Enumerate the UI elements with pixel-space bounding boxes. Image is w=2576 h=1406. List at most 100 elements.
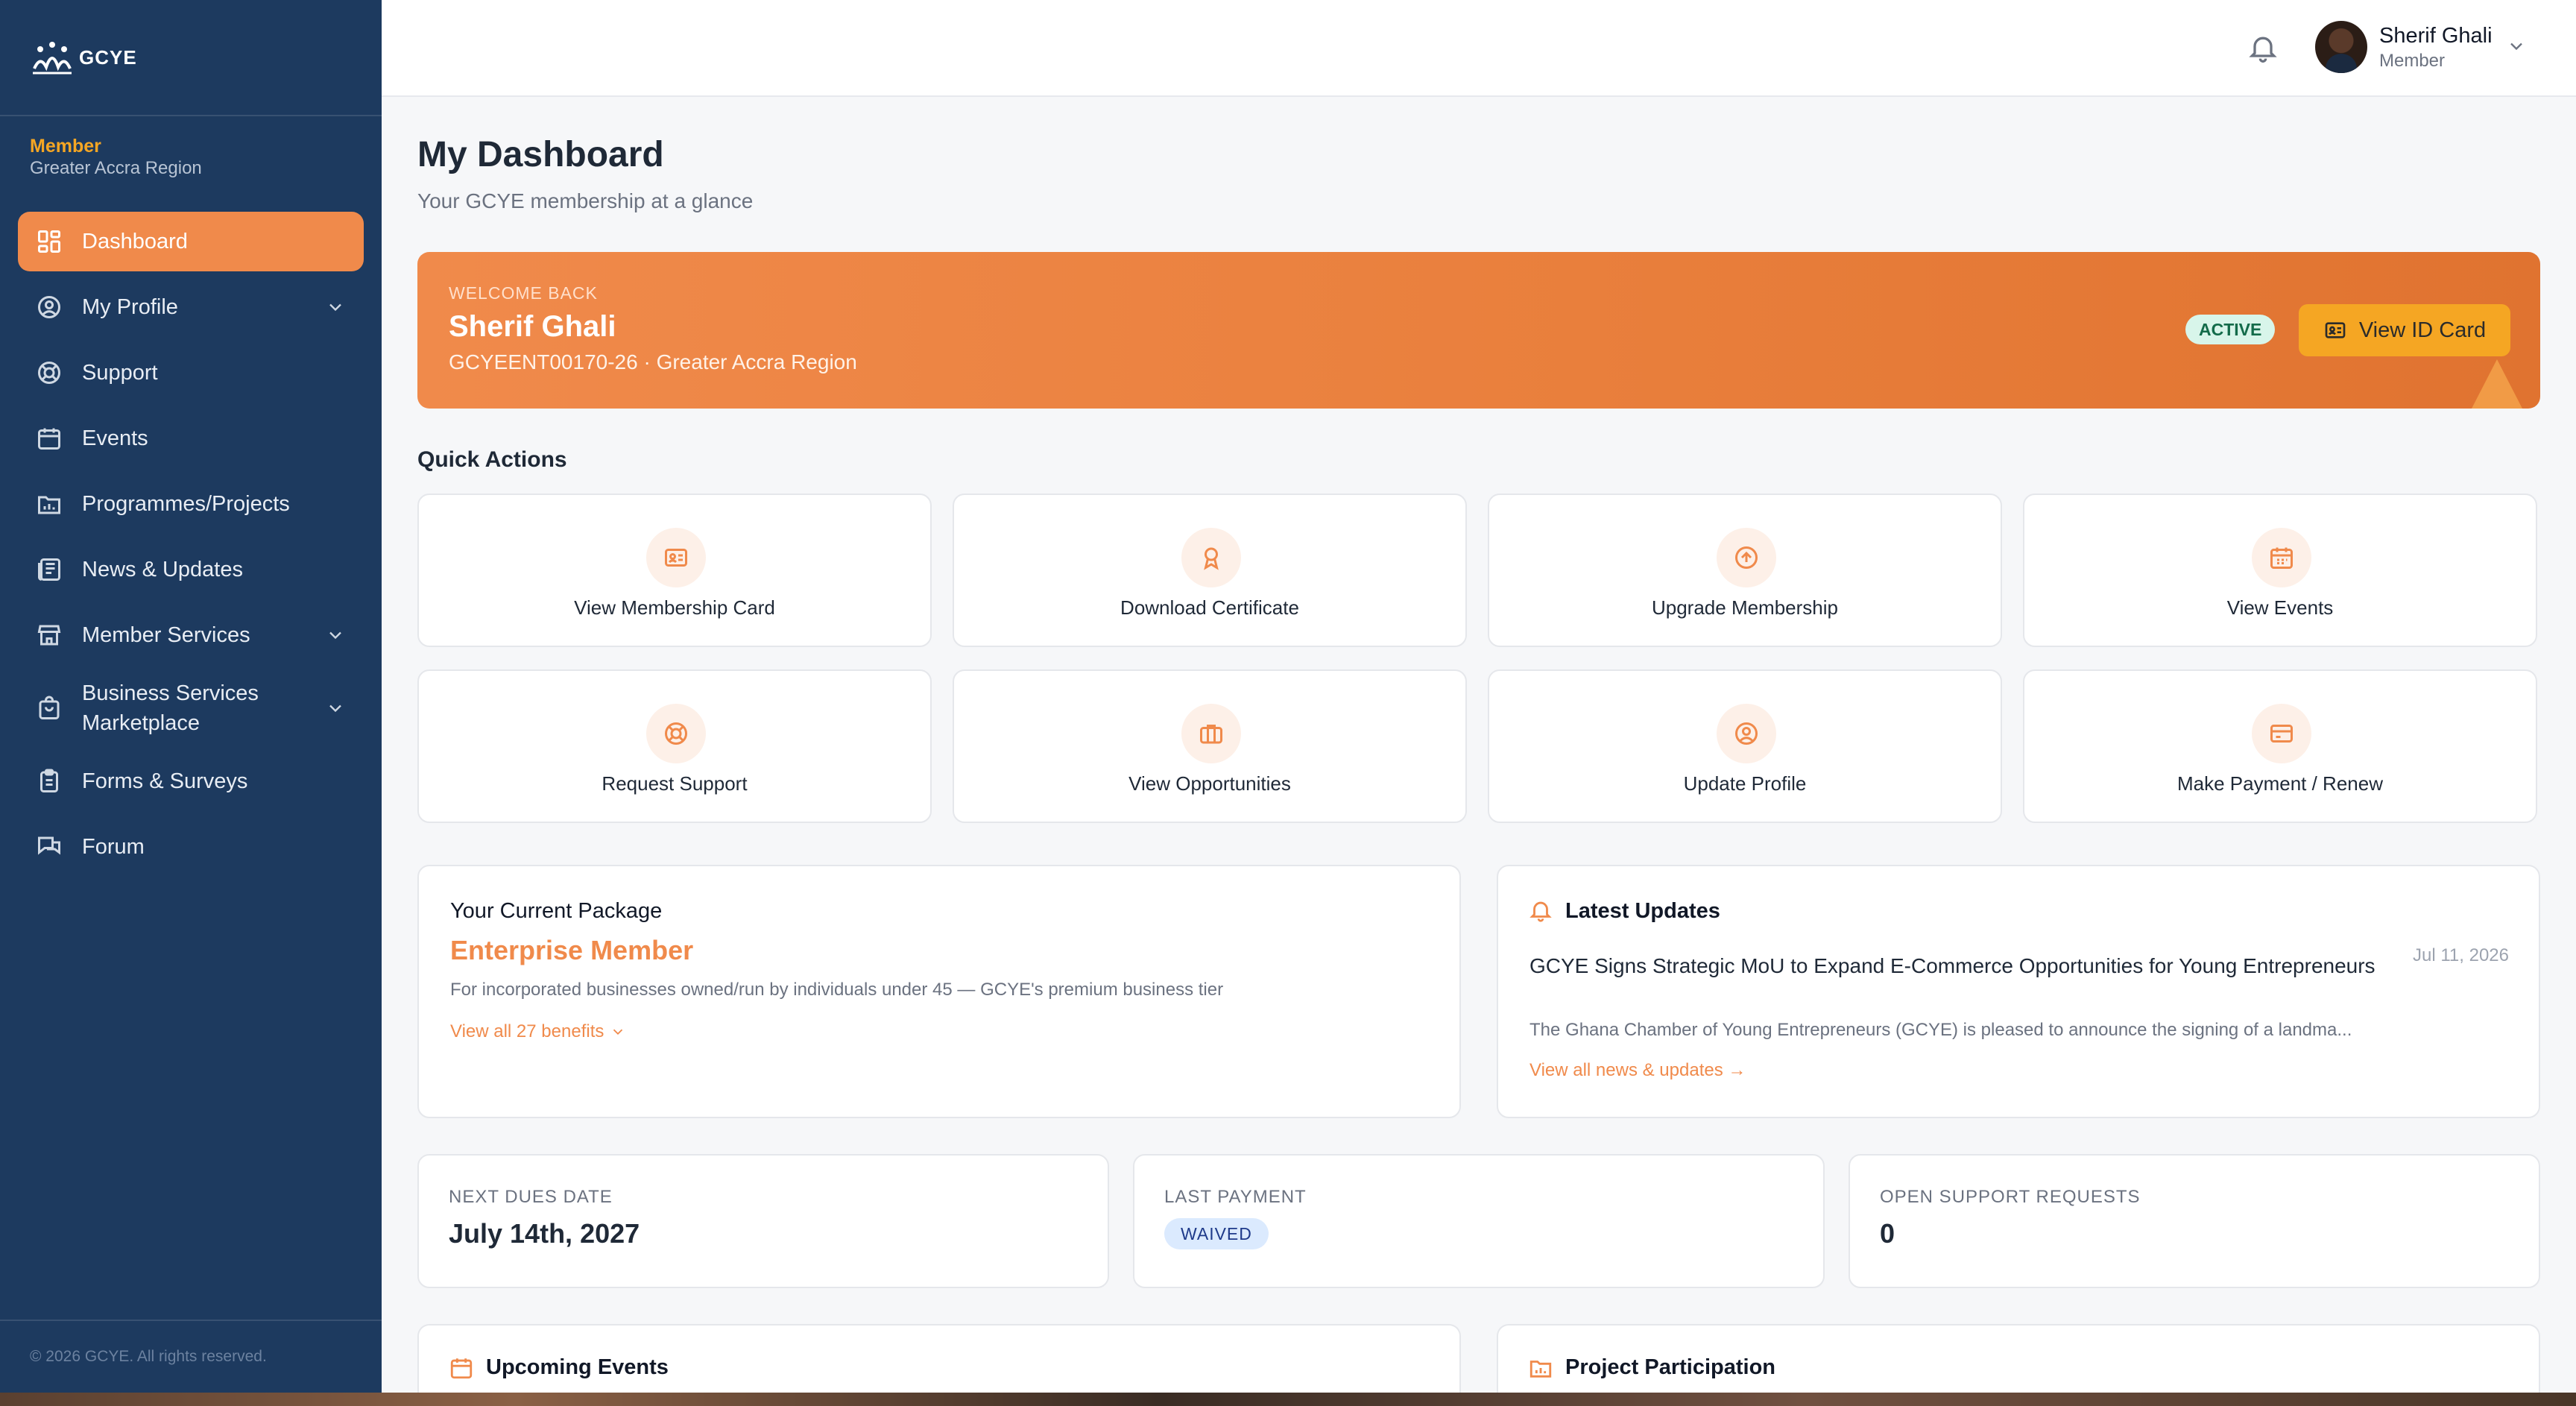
- clipboard-icon: [40, 769, 58, 792]
- gcye-logo-icon: [33, 42, 72, 75]
- next-dues-card: NEXT DUES DATE July 14th, 2027: [417, 1154, 1109, 1288]
- quick-action-update-profile[interactable]: Update Profile: [1488, 669, 2002, 823]
- quick-action-view-membership-card[interactable]: View Membership Card: [417, 494, 932, 647]
- calendar-icon: [2252, 528, 2311, 587]
- sidebar-item-member-services[interactable]: Member Services: [18, 605, 364, 665]
- sidebar-item-label: News & Updates: [82, 558, 243, 581]
- credit-card-icon: [2252, 704, 2311, 763]
- quick-action-request-support[interactable]: Request Support: [417, 669, 932, 823]
- quick-actions-heading: Quick Actions: [417, 447, 567, 472]
- calendar-icon: [38, 428, 60, 450]
- view-id-card-label: View ID Card: [2358, 318, 2487, 342]
- user-circle-icon: [38, 296, 60, 318]
- page-subtitle: Your GCYE membership at a glance: [417, 189, 754, 212]
- sidebar-item-dashboard[interactable]: Dashboard: [18, 212, 364, 271]
- update-title[interactable]: GCYE Signs Strategic MoU to Expand E-Com…: [1530, 948, 2379, 984]
- quick-action-view-opportunities[interactable]: View Opportunities: [953, 669, 1467, 823]
- quick-action-download-certificate[interactable]: Download Certificate: [953, 494, 1467, 647]
- welcome-banner: WELCOME BACK Sherif Ghali GCYEENT00170-2…: [417, 252, 2540, 409]
- view-id-card-button[interactable]: View ID Card: [2299, 304, 2510, 356]
- open-support-value: 0: [1880, 1218, 1895, 1249]
- award-icon: [1181, 528, 1241, 587]
- sidebar-item-news[interactable]: News & Updates: [18, 540, 364, 599]
- chevron-down-icon: [613, 1029, 623, 1035]
- view-all-news-link[interactable]: View all news & updates →: [1530, 1060, 1746, 1081]
- package-name: Enterprise Member: [450, 935, 694, 965]
- user-circle-icon: [1717, 704, 1776, 763]
- view-benefits-link[interactable]: View all 27 benefits: [450, 1021, 626, 1042]
- welcome-label: WELCOME BACK: [449, 283, 598, 303]
- sidebar-item-label: Support: [82, 361, 158, 385]
- sidebar-footer-divider: [0, 1320, 382, 1321]
- quick-action-label: Update Profile: [1683, 772, 1807, 795]
- sidebar-item-forms-surveys[interactable]: Forms & Surveys: [18, 751, 364, 811]
- bell-icon: [1530, 901, 1552, 922]
- member-name: Sherif Ghali: [449, 310, 616, 343]
- calendar-icon: [450, 1358, 473, 1379]
- quick-action-label: Request Support: [602, 772, 748, 795]
- project-participation-panel: Project Participation: [1497, 1324, 2540, 1393]
- next-dues-value: July 14th, 2027: [449, 1218, 640, 1249]
- sidebar-item-label: Forms & Surveys: [82, 769, 248, 793]
- quick-action-label: Make Payment / Renew: [2176, 772, 2383, 795]
- sidebar-item-label: Dashboard: [82, 230, 188, 253]
- package-heading: Your Current Package: [450, 899, 663, 923]
- project-participation-heading: Project Participation: [1565, 1355, 1776, 1379]
- sidebar-role: Member: [30, 136, 101, 157]
- update-excerpt: The Ghana Chamber of Young Entrepreneurs…: [1530, 1020, 2352, 1040]
- sidebar-footer: © 2026 GCYE. All rights reserved.: [30, 1348, 267, 1365]
- notification-bell-icon[interactable]: [2247, 31, 2279, 64]
- sidebar-item-forum[interactable]: Forum: [18, 817, 364, 877]
- newspaper-icon: [38, 558, 60, 581]
- chart-folder-icon: [38, 496, 60, 514]
- lifebuoy-icon: [38, 362, 60, 384]
- quick-action-view-events[interactable]: View Events: [2023, 494, 2537, 647]
- user-name[interactable]: Sherif Ghali: [2379, 24, 2493, 48]
- dashboard-icon: [38, 230, 60, 253]
- gcye-logo[interactable]: GCYE: [30, 39, 137, 76]
- id-card-icon: [646, 528, 706, 587]
- sidebar-item-support[interactable]: Support: [18, 343, 364, 403]
- avatar[interactable]: [2315, 21, 2367, 73]
- desktop-wallpaper-strip: [0, 1393, 2576, 1406]
- package-description: For incorporated businesses owned/run by…: [450, 980, 1224, 1000]
- quick-action-label: Upgrade Membership: [1651, 596, 1838, 619]
- latest-updates-heading: Latest Updates: [1565, 899, 1720, 923]
- chevron-down-icon[interactable]: [2506, 36, 2527, 57]
- sidebar-item-label: Events: [82, 426, 148, 450]
- view-benefits-label: View all 27 benefits: [450, 1021, 604, 1041]
- quick-action-label: View Opportunities: [1128, 772, 1291, 795]
- chart-folder-icon: [1530, 1361, 1552, 1378]
- sidebar-item-my-profile[interactable]: My Profile: [18, 277, 364, 337]
- sidebar-item-programmes[interactable]: Programmes/Projects: [18, 474, 364, 534]
- chevron-down-icon: [329, 704, 341, 713]
- upcoming-events-heading: Upcoming Events: [486, 1355, 669, 1379]
- sidebar-item-label: Business Services Marketplace: [82, 681, 259, 735]
- quick-action-upgrade-membership[interactable]: Upgrade Membership: [1488, 494, 2002, 647]
- sidebar-item-label: My Profile: [82, 295, 178, 319]
- id-card-icon: [2325, 322, 2346, 338]
- latest-updates-panel: Latest Updates GCYE Signs Strategic MoU …: [1497, 865, 2540, 1118]
- update-date: Jul 11, 2026: [2413, 945, 2509, 965]
- chat-bubbles-icon: [38, 836, 60, 855]
- shopping-bag-icon: [39, 696, 60, 719]
- sidebar-item-label: Forum: [82, 835, 145, 859]
- status-badge: ACTIVE: [2185, 315, 2276, 344]
- sidebar-item-business-marketplace[interactable]: Business Services Marketplace: [18, 671, 364, 745]
- store-icon: [37, 625, 61, 646]
- logo-text: GCYE: [79, 45, 137, 69]
- quick-action-make-payment[interactable]: Make Payment / Renew: [2023, 669, 2537, 823]
- chevron-down-icon: [329, 303, 341, 312]
- open-support-label: OPEN SUPPORT REQUESTS: [1880, 1187, 2141, 1207]
- next-dues-label: NEXT DUES DATE: [449, 1187, 613, 1207]
- sidebar-divider: [0, 115, 382, 116]
- sidebar-item-events[interactable]: Events: [18, 409, 364, 468]
- sidebar-item-label: Member Services: [82, 623, 250, 647]
- last-payment-label: LAST PAYMENT: [1164, 1187, 1307, 1207]
- current-package-panel: Your Current Package Enterprise Member F…: [417, 865, 1461, 1118]
- sidebar: GCYE Member Greater Accra Region Dashboa…: [0, 0, 382, 1393]
- briefcase-icon: [1181, 704, 1241, 763]
- user-role: Member: [2379, 51, 2446, 71]
- quick-action-label: View Events: [2226, 596, 2334, 619]
- arrow-up-circle-icon: [1717, 528, 1776, 587]
